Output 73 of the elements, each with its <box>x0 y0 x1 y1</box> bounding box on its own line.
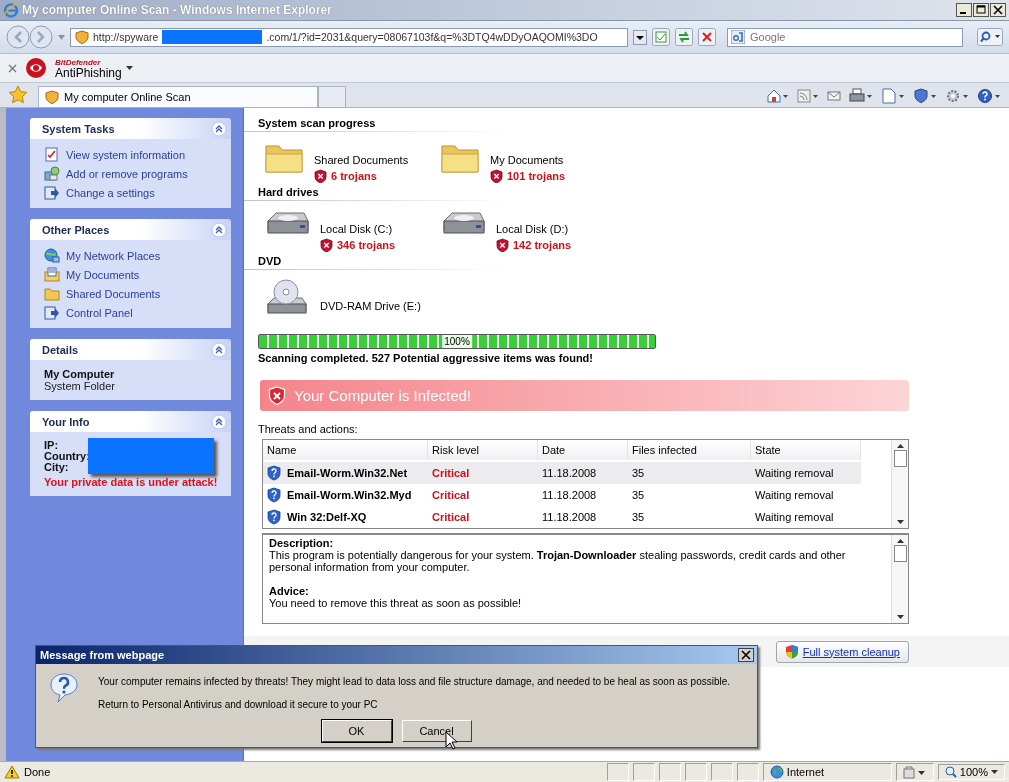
progress-label: 100% <box>442 335 472 348</box>
antiphishing-toolbar-button[interactable]: BitDefender AntiPhishing <box>55 57 122 79</box>
info-label: City: <box>44 462 69 473</box>
column-header[interactable]: Name <box>263 440 428 460</box>
threat-name: Email-Worm.Win32.Net <box>287 467 408 479</box>
details-name: My Computer <box>44 368 116 380</box>
alert-text: Your Computer is Infected! <box>294 387 472 404</box>
table-cell: 35 <box>632 489 645 501</box>
sidebar-link[interactable]: View system information <box>66 148 185 161</box>
column-header[interactable]: Date <box>538 440 628 460</box>
table-cell: Critical <box>432 467 470 479</box>
column-header[interactable]: State <box>751 440 861 460</box>
advice-text: You need to remove this threat as soon as possible! <box>269 597 523 609</box>
threat-count: 101 trojans <box>507 170 566 182</box>
section-heading: System scan progress <box>258 117 376 129</box>
drive-name: Local Disk (C:) <box>320 223 394 235</box>
warning-text: Your private data is under attack! <box>44 476 219 488</box>
column-header[interactable]: Files infected <box>628 440 751 460</box>
sidebar-link[interactable]: My Documents <box>66 268 140 281</box>
info-label: IP: <box>44 440 60 451</box>
section-heading: DVD <box>258 255 282 267</box>
table-cell: Critical <box>432 489 470 501</box>
window-title: My computer Online Scan - Windows Internet Explorer <box>22 3 333 17</box>
status-text: Done <box>24 766 51 778</box>
advice-heading: Advice: <box>269 585 310 597</box>
table-cell: Waiting removal <box>755 511 834 523</box>
table-cell: Critical <box>432 511 470 523</box>
table-cell: 35 <box>632 467 645 479</box>
browser-tab[interactable]: My computer Online Scan <box>38 86 318 107</box>
dialog-button[interactable]: Cancel <box>401 720 472 742</box>
table-cell: 11.18.2008 <box>542 511 597 523</box>
dialog-button[interactable]: OK <box>321 720 392 742</box>
dialog-title: Message from webpage <box>40 649 165 661</box>
dialog-message: Your computer remains infected by threats! They might lead to data loss and file structure damage, and needed to be heal as soon as possible. <box>98 676 731 687</box>
table-cell: 11.18.2008 <box>542 489 597 501</box>
drive-name: Shared Documents <box>314 154 409 166</box>
panel-title: System Tasks <box>42 122 115 135</box>
table-cell: 11.18.2008 <box>542 467 597 479</box>
drive-name: Local Disk (D:) <box>496 223 570 235</box>
sidebar-link[interactable]: Change a settings <box>66 186 155 199</box>
sidebar-link[interactable]: Shared Documents <box>66 287 161 300</box>
dialog-message: Return to Personal Antivirus and download it secure to your PC <box>98 699 379 710</box>
threat-count: 346 trojans <box>337 239 396 251</box>
panel-title: Details <box>42 343 79 356</box>
section-heading: Hard drives <box>258 186 319 198</box>
description-text: This program is potentially dangerous for your system. Trojan-Downloader stealing passwords, credit cards and other personal information from your computer. <box>269 549 847 573</box>
drive-name: DVD-RAM Drive (E:) <box>320 300 421 312</box>
zoom-button[interactable]: 100% <box>937 764 1005 780</box>
sidebar-link[interactable]: Add or remove programs <box>66 167 188 180</box>
table-cell: 35 <box>632 511 645 523</box>
table-cell: Waiting removal <box>755 489 834 501</box>
drive-name: My Documents <box>490 154 565 166</box>
address-field[interactable]: http://spyware .com/1/?id=2031&query=08067103f&q=%3DTQ4wDDyOAQOMI%3DO <box>70 27 628 47</box>
threats-label: Threats and actions: <box>258 423 359 435</box>
description-heading: Description: <box>269 537 335 549</box>
search-field[interactable]: Google <box>727 27 963 47</box>
threat-name: Email-Worm.Win32.Myd <box>287 489 412 501</box>
panel-title: Your Info <box>42 415 90 428</box>
table-cell: Waiting removal <box>755 467 834 479</box>
zone-text: Internet <box>786 766 825 778</box>
full-cleanup-button[interactable]: Full system cleanup <box>775 640 909 663</box>
info-label: Country: <box>44 451 90 462</box>
details-subtitle: System Folder <box>44 380 116 392</box>
sidebar-link[interactable]: Control Panel <box>66 306 133 319</box>
url-text: .com/1/?id=2031&query=08067103f&q=%3DTQ4wDDyOAQOMI%3DO <box>266 31 598 43</box>
sidebar-link[interactable]: My Network Places <box>66 249 161 262</box>
threat-count: 6 trojans <box>331 170 377 182</box>
url-text: http://spyware <box>93 31 159 43</box>
scan-summary: Scanning completed. 527 Potential aggressive items was found! <box>258 352 594 364</box>
threat-count: 142 trojans <box>513 239 572 251</box>
threat-name: Win 32:Delf-XQ <box>287 511 367 523</box>
panel-title: Other Places <box>42 223 110 236</box>
column-header[interactable]: Risk level <box>428 440 538 460</box>
